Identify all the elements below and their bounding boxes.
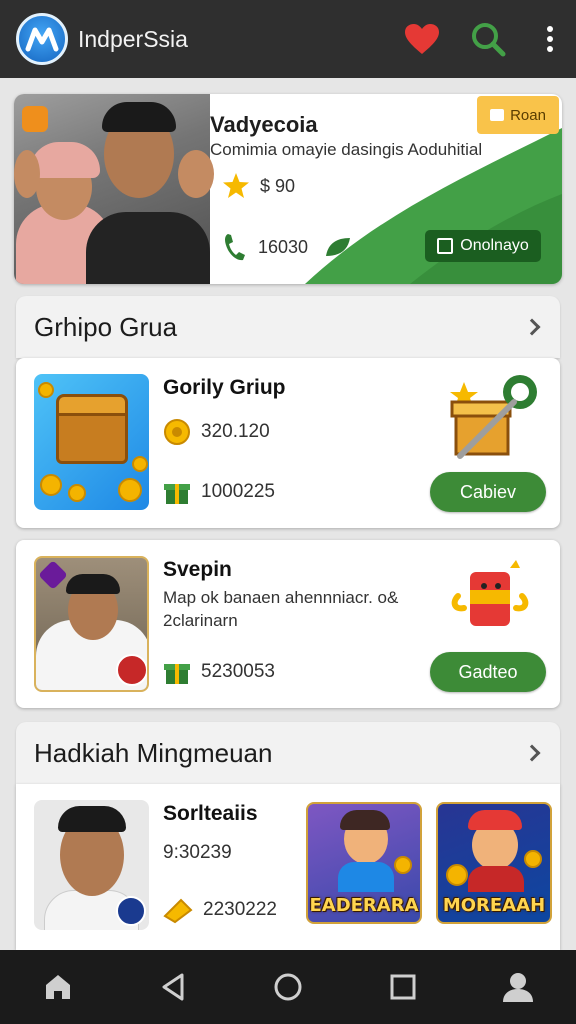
chevron-right-icon[interactable] bbox=[523, 318, 541, 336]
roam-button[interactable]: Roan bbox=[477, 96, 559, 134]
home-circle-icon[interactable] bbox=[264, 963, 312, 1011]
game-tile-eaderara[interactable]: EADERARA bbox=[306, 802, 422, 924]
section-header-group[interactable]: Grhipo Grua bbox=[16, 296, 560, 358]
gift-icon bbox=[164, 484, 190, 504]
card-sorlteaiis[interactable]: Sorlteaiis 9:30239 2230222 EADERARA MORE… bbox=[16, 784, 560, 950]
promo-coins: $ 90 bbox=[222, 172, 295, 200]
person-thumb bbox=[34, 556, 149, 692]
online-button[interactable]: Onolnayo bbox=[425, 230, 541, 262]
game-tile-label: EADERARA bbox=[309, 895, 419, 916]
heart-icon[interactable] bbox=[400, 17, 444, 61]
online-label: Onolnayo bbox=[460, 237, 529, 254]
treasure-chest-thumb bbox=[34, 374, 149, 510]
home-icon[interactable] bbox=[34, 963, 82, 1011]
card-stat-value: 5230053 bbox=[201, 661, 275, 682]
profile-thumb bbox=[34, 800, 149, 930]
card-description: Map ok banaen ahennniacr. o& 2clarinarn bbox=[163, 588, 399, 630]
search-icon[interactable] bbox=[466, 17, 510, 61]
card-group[interactable]: Gorily Griup 320.120 1000225 Cabiev bbox=[16, 358, 560, 528]
card-stat: 2230222 bbox=[163, 896, 277, 924]
card-svepin[interactable]: Svepin Map ok banaen ahennniacr. o& 2cla… bbox=[16, 540, 560, 708]
app-logo-icon[interactable] bbox=[16, 13, 68, 65]
promo-title: Vadyecoia bbox=[210, 112, 318, 137]
chevron-right-icon[interactable] bbox=[523, 744, 541, 762]
section-header-hadkiah[interactable]: Hadkiah Mingmeuan bbox=[16, 722, 560, 784]
recents-icon[interactable] bbox=[379, 963, 427, 1011]
section-title: Hadkiah Mingmeuan bbox=[34, 737, 273, 768]
tag-icon bbox=[490, 109, 505, 121]
leaf-icon bbox=[326, 238, 351, 256]
card-stat-primary: 320.120 bbox=[163, 418, 270, 446]
card-title: Svepin bbox=[163, 558, 232, 581]
game-tile-label: MOREAAH bbox=[442, 895, 546, 916]
app-title: IndperSsia bbox=[78, 25, 188, 52]
card-stat-primary-value: 320.120 bbox=[201, 421, 270, 442]
promo-coins-value: $ 90 bbox=[260, 175, 296, 196]
gear-coin-icon bbox=[164, 419, 190, 445]
back-icon[interactable] bbox=[149, 963, 197, 1011]
card-action-button[interactable]: Cabiev bbox=[430, 472, 546, 512]
card-stat-secondary-value: 1000225 bbox=[201, 481, 275, 502]
card-stat: 5230053 bbox=[163, 658, 275, 686]
gift-icon bbox=[164, 664, 190, 684]
promo-badge-icon bbox=[22, 106, 48, 132]
bottom-nav bbox=[0, 950, 576, 1024]
firecracker-icon bbox=[451, 560, 529, 626]
card-stat-value: 2230222 bbox=[203, 899, 277, 920]
treasure-key-icon bbox=[450, 375, 537, 459]
checkbox-icon bbox=[437, 238, 454, 254]
promo-calls: 16030 bbox=[222, 232, 352, 262]
game-tile-moreaah[interactable]: MOREAAH bbox=[436, 802, 552, 924]
profile-icon[interactable] bbox=[494, 963, 542, 1011]
card-action-button[interactable]: Gadteo bbox=[430, 652, 546, 692]
roam-label: Roan bbox=[510, 106, 546, 124]
ticket-icon bbox=[163, 898, 193, 924]
promo-subtitle: Comimia omayie dasingis Aoduhitial bbox=[210, 140, 483, 159]
card-stat-secondary: 1000225 bbox=[163, 478, 275, 506]
card-time: 9:30239 bbox=[163, 842, 232, 863]
app-bar: IndperSsia bbox=[0, 0, 576, 78]
section-title: Grhipo Grua bbox=[34, 311, 178, 342]
card-title: Sorlteaiis bbox=[163, 802, 258, 825]
star-icon bbox=[223, 173, 249, 198]
promo-calls-value: 16030 bbox=[258, 236, 309, 257]
more-vert-icon[interactable] bbox=[540, 17, 560, 61]
phone-icon bbox=[225, 234, 245, 261]
card-title: Gorily Griup bbox=[163, 376, 286, 399]
